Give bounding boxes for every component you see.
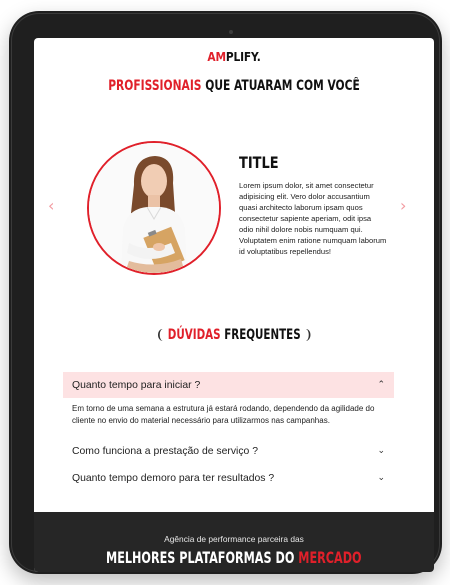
faq-title-black: FREQUENTES [220,327,301,343]
section-headline: PROFISSIONAIS QUE ATUARAM COM VOCÊ [70,78,398,94]
faq-question: Como funciona a prestação de serviço ? [72,445,258,457]
laurel-right-icon: ❩ [304,327,313,343]
faq-item-results[interactable]: Quanto tempo demoro para ter resultados … [63,465,394,491]
tablet-screen: AMPLIFY. PROFISSIONAIS QUE ATUARAM COM V… [34,38,434,572]
chevron-down-icon[interactable]: ⌄ [377,446,385,456]
footer-banner: Agência de performance parceira das MELH… [34,512,434,572]
footer-subtitle: Agência de performance parceira das [164,534,304,544]
faq-answer: Em torno de uma semana a estrutura já es… [72,404,375,425]
logo-rest: PLIFY. [225,49,261,64]
card-text: Lorem ipsum dolor, sit amet consectetur … [239,181,387,256]
headline-black: QUE ATUARAM COM VOCÊ [201,78,360,94]
faq-heading: ❨ DÚVIDAS FREQUENTES ❩ [34,327,434,343]
tablet-frame: AMPLIFY. PROFISSIONAIS QUE ATUARAM COM V… [9,11,442,574]
headline-red: PROFISSIONAIS [108,78,202,94]
footer-title-red: MERCADO [298,548,362,567]
faq-item-start-time[interactable]: Quanto tempo para iniciar ? ⌃ [63,372,394,398]
footer-title-white: MELHORES PLATAFORMAS DO [106,548,299,567]
faq-item-service[interactable]: Como funciona a prestação de serviço ? ⌄ [63,438,394,464]
logo-accent: AM [207,49,226,64]
woman-portrait-illustration [89,143,219,273]
faq-title-red: DÚVIDAS [167,327,221,343]
brand-logo[interactable]: AMPLIFY. [64,49,404,64]
camera-dot [229,30,233,34]
professional-photo [87,141,221,275]
faq-question: Quanto tempo para iniciar ? [72,379,201,391]
chevron-right-icon[interactable]: › [400,198,410,214]
faq-question: Quanto tempo demoro para ter resultados … [72,472,275,484]
chevron-up-icon[interactable]: ⌃ [377,380,385,390]
chevron-left-icon[interactable]: ‹ [48,198,58,214]
laurel-left-icon: ❨ [155,327,164,343]
footer-title: MELHORES PLATAFORMAS DO MERCADO [34,548,434,567]
chevron-down-icon[interactable]: ⌄ [377,473,385,483]
card-title: TITLE [239,153,279,172]
